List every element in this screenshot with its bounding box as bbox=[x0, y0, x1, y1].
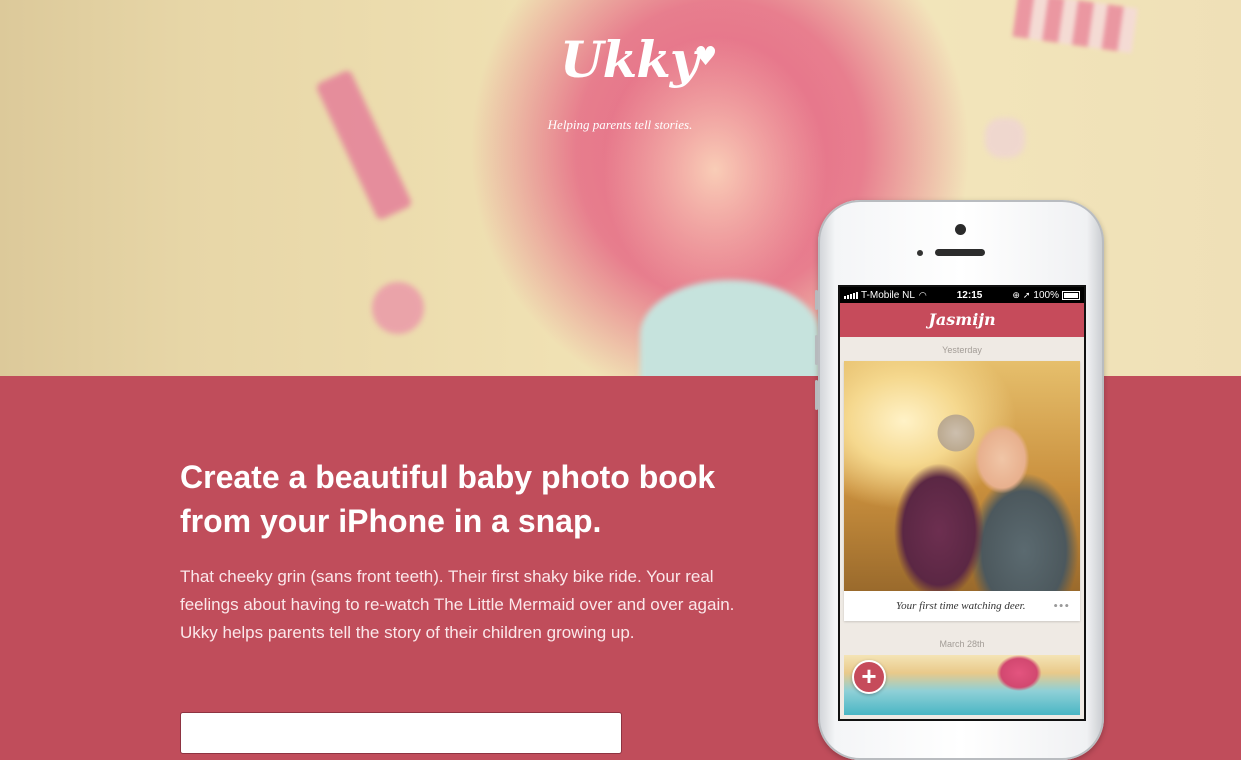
intro-paragraph: That cheeky grin (sans front teeth). The… bbox=[180, 567, 735, 642]
app-navbar-title: Jasmijn bbox=[840, 303, 1084, 337]
status-bar: T-Mobile NL ◠ 12:15 ⊕ ➚ 100% bbox=[840, 287, 1084, 303]
volume-up-button bbox=[815, 335, 818, 365]
section-label-yesterday: Yesterday bbox=[942, 345, 982, 355]
logo[interactable]: Ukky♥ bbox=[560, 30, 717, 89]
earpiece-speaker bbox=[935, 249, 985, 256]
battery-percent: 100% bbox=[1033, 289, 1059, 301]
card-photo bbox=[844, 361, 1080, 591]
logo-text: Ukky bbox=[560, 30, 699, 89]
front-camera bbox=[955, 224, 966, 235]
rotation-lock-icon: ⊕ bbox=[1012, 289, 1020, 300]
volume-down-button bbox=[815, 380, 818, 410]
wifi-icon: ◠ bbox=[918, 289, 927, 300]
hero-photo-shirt bbox=[640, 280, 820, 376]
more-options-icon[interactable]: ••• bbox=[1053, 598, 1070, 614]
status-time: 12:15 bbox=[956, 289, 983, 301]
proximity-sensor bbox=[917, 250, 923, 256]
phone-screen: T-Mobile NL ◠ 12:15 ⊕ ➚ 100% Jasmijn Yes… bbox=[838, 285, 1086, 721]
email-input[interactable] bbox=[180, 712, 622, 754]
location-icon: ➚ bbox=[1022, 289, 1031, 300]
card-caption: Your first time watching deer. bbox=[896, 600, 1026, 612]
section-label-date: March 28th bbox=[939, 639, 985, 649]
second-photo[interactable]: + bbox=[844, 655, 1080, 715]
background-letter-decoration bbox=[315, 68, 413, 222]
carrier-name: T-Mobile NL bbox=[861, 289, 915, 301]
signal-icon bbox=[844, 291, 858, 299]
photo-card[interactable]: Your first time watching deer. ••• bbox=[844, 361, 1080, 621]
add-photo-button[interactable]: + bbox=[852, 660, 886, 694]
battery-icon bbox=[1062, 290, 1080, 300]
background-star-decoration bbox=[985, 118, 1025, 158]
heart-icon: ♥ bbox=[693, 42, 717, 72]
iphone-mockup: T-Mobile NL ◠ 12:15 ⊕ ➚ 100% Jasmijn Yes… bbox=[815, 200, 1104, 760]
card-caption-row: Your first time watching deer. ••• bbox=[844, 591, 1080, 621]
background-flower-decoration bbox=[372, 282, 424, 334]
mute-switch bbox=[815, 290, 818, 310]
tagline: Helping parents tell stories. bbox=[547, 117, 693, 132]
headline: Create a beautiful baby photo book from … bbox=[180, 459, 716, 539]
background-stripes-decoration bbox=[1012, 0, 1138, 54]
